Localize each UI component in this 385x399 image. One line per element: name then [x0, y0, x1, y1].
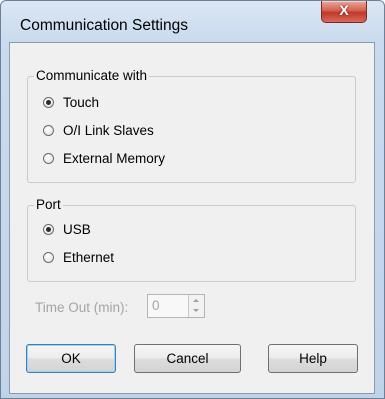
radio-button-icon[interactable] — [43, 223, 54, 235]
dialog-client-area: Communicate with Touch O/I Link Slaves E… — [9, 42, 375, 394]
close-icon: X — [339, 2, 349, 18]
communicate-with-legend: Communicate with — [34, 68, 150, 83]
radio-label: USB — [63, 221, 91, 237]
radio-label: O/I Link Slaves — [63, 122, 154, 138]
communicate-with-group: Communicate with Touch O/I Link Slaves E… — [27, 68, 356, 183]
spin-buttons — [188, 295, 204, 317]
radio-ethernet[interactable]: Ethernet — [43, 248, 114, 266]
radio-button-icon[interactable] — [43, 251, 54, 263]
spin-down-icon[interactable] — [189, 306, 204, 317]
cancel-button[interactable]: Cancel — [134, 344, 241, 373]
close-button[interactable]: X — [321, 1, 367, 23]
radio-external-memory[interactable]: External Memory — [43, 149, 165, 167]
radio-button-icon[interactable] — [43, 96, 54, 108]
ok-button-label: OK — [61, 351, 81, 366]
radio-usb[interactable]: USB — [43, 220, 91, 238]
radio-oi-link-slaves[interactable]: O/I Link Slaves — [43, 121, 154, 139]
radio-button-icon[interactable] — [43, 124, 54, 136]
port-legend: Port — [34, 197, 63, 212]
radio-label: External Memory — [63, 150, 166, 166]
ok-button[interactable]: OK — [26, 344, 116, 373]
radio-label: Touch — [63, 94, 100, 110]
dialog-title: Communication Settings — [20, 17, 188, 34]
dialog-window: Communication Settings X Communicate wit… — [0, 0, 385, 399]
timeout-label: Time Out (min): — [35, 300, 129, 315]
radio-touch[interactable]: Touch — [43, 93, 99, 111]
cancel-button-label: Cancel — [166, 351, 209, 366]
help-button[interactable]: Help — [268, 344, 358, 373]
title-bar[interactable]: Communication Settings X — [1, 1, 384, 42]
timeout-value[interactable]: 0 — [152, 298, 160, 313]
timeout-spinner[interactable]: 0 — [147, 294, 205, 318]
port-group: Port USB Ethernet — [27, 197, 356, 282]
radio-label: Ethernet — [63, 249, 115, 265]
radio-button-icon[interactable] — [43, 152, 54, 164]
help-button-label: Help — [299, 351, 327, 366]
